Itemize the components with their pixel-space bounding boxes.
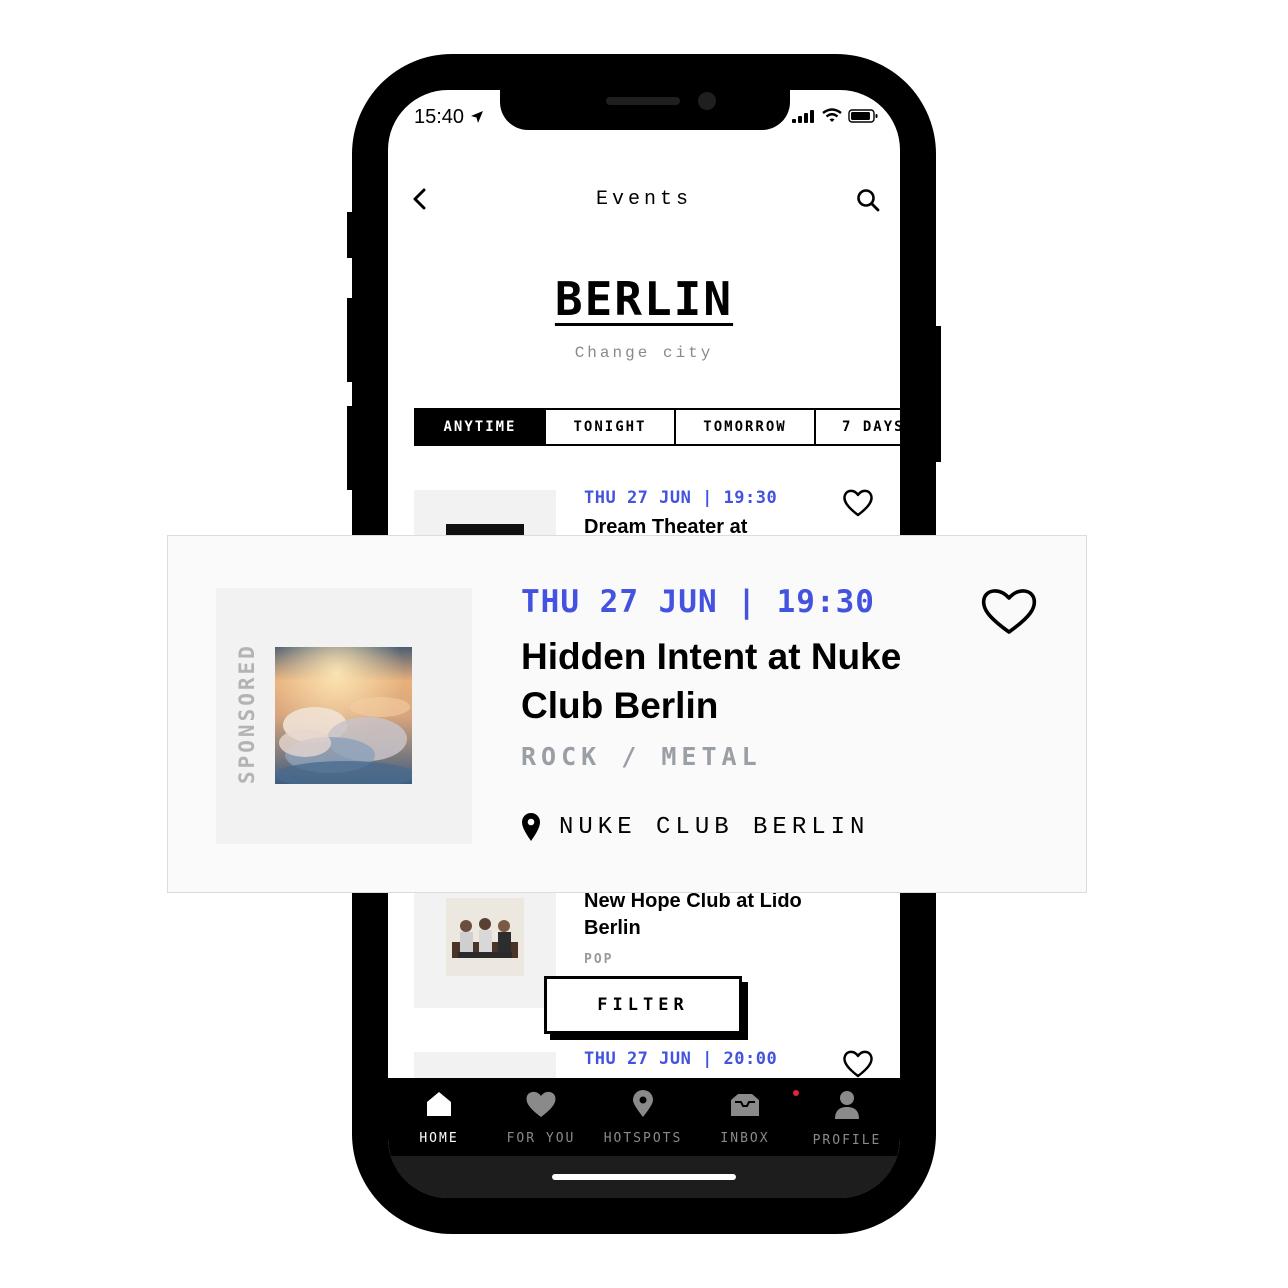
location-arrow-icon	[470, 111, 483, 123]
tab-anytime[interactable]: ANYTIME	[414, 408, 546, 446]
favorite-heart-icon[interactable]	[842, 1049, 874, 1079]
city-name[interactable]: BERLIN	[555, 272, 733, 326]
filter-button[interactable]: FILTER	[544, 976, 742, 1034]
event-image	[446, 898, 524, 976]
page-title: Events	[595, 188, 692, 211]
battery-icon	[848, 108, 878, 123]
inbox-icon	[731, 1094, 759, 1116]
search-icon[interactable]	[856, 188, 880, 212]
featured-event-venue[interactable]: NUKE CLUB BERLIN	[521, 812, 869, 842]
home-icon	[427, 1092, 451, 1116]
person-icon	[835, 1091, 859, 1119]
favorite-heart-icon[interactable]	[842, 488, 874, 518]
heart-icon	[526, 1091, 556, 1117]
status-icons	[792, 108, 878, 123]
signal-icon	[792, 109, 814, 123]
featured-event-card[interactable]: SPONSORED THU 27 JUN | 19:30 Hidden Inte…	[167, 535, 1087, 893]
wifi-icon	[822, 108, 842, 122]
bottom-nav: HOME FOR YOU HOTSPOTS INBOX PROFILE	[388, 1078, 900, 1198]
tab-tomorrow[interactable]: TOMORROW	[676, 408, 816, 446]
nav-home[interactable]: HOME	[388, 1090, 490, 1146]
event-image-clouds	[275, 647, 412, 784]
nav-profile[interactable]: PROFILE	[796, 1090, 898, 1148]
event-thumbnail[interactable]	[414, 490, 556, 540]
favorite-heart-icon[interactable]	[980, 586, 1038, 636]
nav-for-you[interactable]: FOR YOU	[490, 1090, 592, 1146]
event-title[interactable]: New Hope Club at Lido Berlin	[584, 888, 844, 942]
nav-profile-label: PROFILE	[812, 1133, 882, 1148]
change-city-link[interactable]: Change city	[388, 344, 900, 362]
time-filter-tabs: ANYTIME TONIGHT TOMORROW 7 DAYS	[414, 408, 900, 446]
event-date: THU 27 JUN | 20:00	[584, 1049, 778, 1069]
location-pin-icon	[522, 813, 540, 841]
map-pin-icon	[633, 1090, 653, 1117]
speaker	[606, 97, 680, 105]
featured-event-genre: ROCK / METAL	[521, 742, 762, 771]
tab-tonight[interactable]: TONIGHT	[546, 408, 676, 446]
featured-event-title[interactable]: Hidden Intent at Nuke Club Berlin	[521, 632, 961, 730]
home-indicator[interactable]	[552, 1174, 736, 1180]
city-heading[interactable]: BERLIN	[388, 272, 900, 326]
featured-event-thumbnail: SPONSORED	[216, 588, 472, 844]
nav-hotspots-label: HOTSPOTS	[603, 1131, 683, 1146]
tab-7-days[interactable]: 7 DAYS	[816, 408, 900, 446]
nav-for-you-label: FOR YOU	[506, 1131, 576, 1146]
event-thumbnail[interactable]	[414, 892, 556, 1008]
nav-home-label: HOME	[419, 1131, 459, 1146]
nav-inbox-label: INBOX	[720, 1131, 770, 1146]
front-camera	[698, 92, 716, 110]
status-time: 15:40	[414, 106, 484, 129]
notch	[500, 90, 790, 130]
nav-inbox[interactable]: INBOX	[694, 1088, 801, 1146]
featured-event-date: THU 27 JUN | 19:30	[521, 584, 875, 620]
venue-name: NUKE CLUB BERLIN	[559, 813, 870, 841]
event-date: THU 27 JUN | 19:30	[584, 488, 778, 508]
sponsored-label: SPONSORED	[235, 643, 259, 784]
nav-hotspots[interactable]: HOTSPOTS	[592, 1090, 694, 1146]
event-genre: POP	[584, 952, 614, 967]
